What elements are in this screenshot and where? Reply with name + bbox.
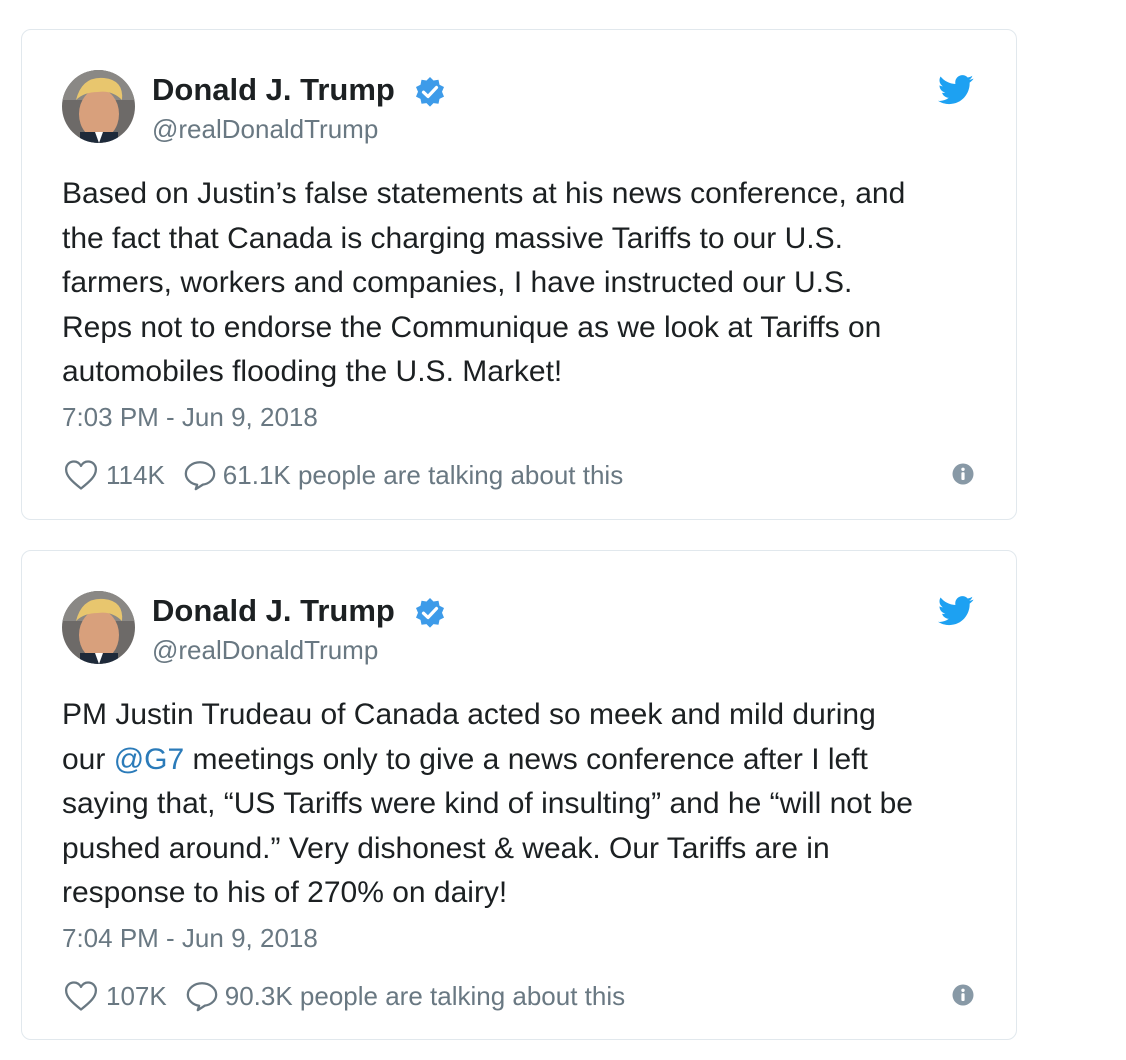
talking-about-link[interactable]: 90.3K people are talking about this — [225, 981, 625, 1012]
reply-bubble-icon[interactable] — [185, 980, 219, 1012]
verified-badge-icon — [416, 598, 444, 628]
tweet-text: PM Justin Trudeau of Canada acted so mee… — [62, 693, 992, 916]
tweet-text-line: the fact that Canada is charging massive… — [62, 221, 843, 255]
twitter-bird-icon[interactable] — [938, 595, 974, 627]
info-icon[interactable] — [952, 463, 974, 485]
tweet-timestamp[interactable]: 7:03 PM - Jun 9, 2018 — [62, 402, 318, 433]
avatar[interactable] — [62, 591, 135, 664]
tweet-text-fragment: our — [62, 742, 114, 776]
tweet-text-line: pushed around.” Very dishonest & weak. O… — [62, 831, 830, 865]
tweet-text-line: farmers, workers and companies, I have i… — [62, 266, 853, 299]
like-count[interactable]: 114K — [106, 460, 165, 491]
tweet-text-line: PM Justin Trudeau of Canada acted so mee… — [62, 698, 876, 731]
avatar[interactable] — [62, 70, 135, 143]
talking-about-link[interactable]: 61.1K people are talking about this — [223, 460, 623, 491]
like-count[interactable]: 107K — [106, 981, 167, 1012]
author-handle[interactable]: @realDonaldTrump — [152, 635, 378, 666]
tweet-text: Based on Justin’s false statements at hi… — [62, 172, 992, 395]
heart-icon[interactable] — [64, 980, 98, 1012]
tweet-actions: 114K 61.1K people are talking about this — [64, 458, 623, 492]
tweet-card: Donald J. Trump @realDonaldTrump Based o… — [21, 29, 1017, 520]
author-name[interactable]: Donald J. Trump — [152, 72, 395, 108]
twitter-bird-icon[interactable] — [938, 74, 974, 106]
reply-bubble-icon[interactable] — [183, 459, 217, 491]
author-name[interactable]: Donald J. Trump — [152, 593, 395, 629]
tweet-text-line: saying that, “US Tariffs were kind of in… — [62, 787, 913, 820]
tweet-text-fragment: meetings only to give a news conference … — [184, 742, 868, 776]
tweet-card: Donald J. Trump @realDonaldTrump PM Just… — [21, 550, 1017, 1040]
info-icon[interactable] — [952, 984, 974, 1006]
verified-badge-icon — [416, 77, 444, 107]
tweet-text-line: our @G7 meetings only to give a news con… — [62, 738, 992, 783]
mention-link-g7[interactable]: @G7 — [114, 743, 184, 776]
heart-icon[interactable] — [64, 459, 98, 491]
tweet-timestamp[interactable]: 7:04 PM - Jun 9, 2018 — [62, 923, 318, 954]
author-handle[interactable]: @realDonaldTrump — [152, 114, 378, 145]
tweet-text-line: Reps not to endorse the Communique as we… — [62, 310, 882, 344]
tweet-text-line: automobiles flooding the U.S. Market! — [62, 355, 563, 388]
tweet-actions: 107K 90.3K people are talking about this — [64, 979, 625, 1013]
tweet-text-line: Based on Justin’s false statements at hi… — [62, 177, 906, 210]
tweet-text-line: response to his of 270% on dairy! — [62, 876, 508, 909]
